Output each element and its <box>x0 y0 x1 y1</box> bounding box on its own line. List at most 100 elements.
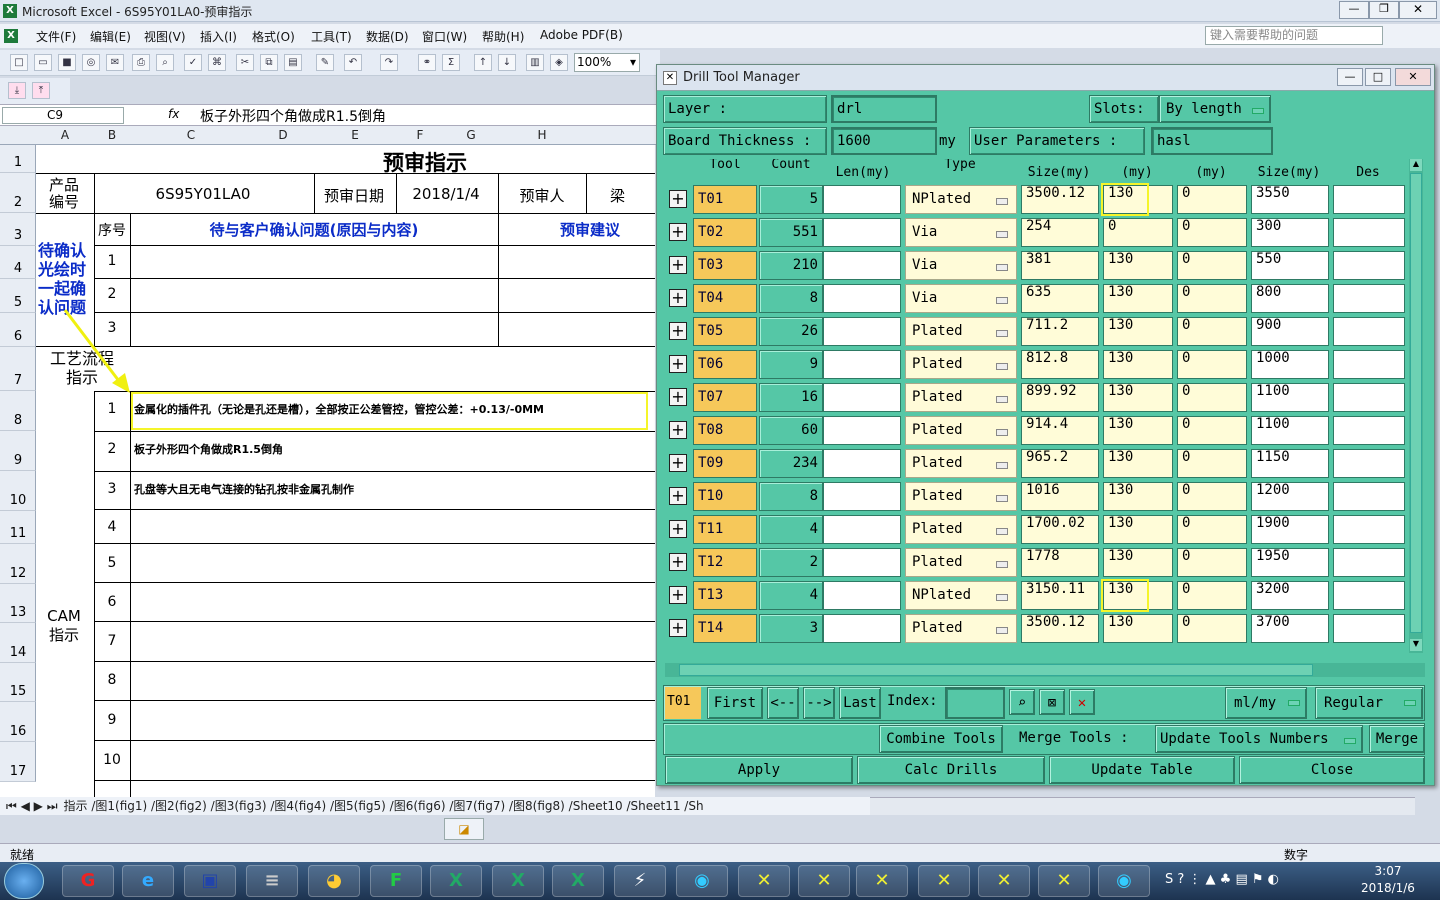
window-task-icon[interactable]: ✕ <box>978 865 1030 897</box>
tol-minus-field[interactable]: 0 <box>1177 614 1247 643</box>
row-header[interactable]: 6 <box>0 313 36 347</box>
spelling-icon[interactable]: ✓ <box>184 54 202 71</box>
drill-size-field[interactable]: 3500.12 <box>1021 185 1099 214</box>
expand-icon[interactable]: + <box>669 421 687 439</box>
tol-plus-field[interactable]: 130 <box>1103 350 1173 379</box>
tool-name[interactable]: T13 <box>693 581 757 610</box>
cut-icon[interactable]: ✂ <box>236 54 254 71</box>
app-f-icon[interactable]: F <box>370 865 422 897</box>
tol-minus-field[interactable]: 0 <box>1177 515 1247 544</box>
excel-task-icon[interactable]: X <box>430 865 482 897</box>
hyperlink-icon[interactable]: ⚭ <box>418 54 436 71</box>
convert-pdf-icon[interactable]: ⤓ <box>8 82 26 99</box>
excel-task-icon[interactable]: X <box>492 865 544 897</box>
des-field[interactable] <box>1333 317 1405 346</box>
slot-len-field[interactable] <box>823 383 901 412</box>
tol-plus-field[interactable]: 130 <box>1103 548 1173 577</box>
cam-app-icon[interactable]: ⚡ <box>614 865 666 897</box>
scroll-up-icon[interactable]: ▲ <box>1410 159 1422 171</box>
drill-size-field[interactable]: 3500.12 <box>1021 614 1099 643</box>
finish-size-field[interactable]: 800 <box>1251 284 1329 313</box>
tol-plus-field[interactable]: 0 <box>1103 218 1173 247</box>
slot-len-field[interactable] <box>823 581 901 610</box>
drawing-toolbar-icon[interactable]: ◪ <box>444 818 484 840</box>
first-button[interactable]: First <box>707 687 763 719</box>
clear-icon[interactable]: ✕ <box>1069 689 1095 715</box>
tol-plus-field[interactable]: 130 <box>1103 449 1173 478</box>
format-painter-icon[interactable]: ✎ <box>316 54 334 71</box>
undo-icon[interactable]: ↶ <box>344 54 362 71</box>
tol-plus-field[interactable]: 130 <box>1103 383 1173 412</box>
type-dropdown[interactable]: NPlated <box>905 185 1017 214</box>
tool-row[interactable]: + T08 60 Plated 914.4 130 0 1100 <box>665 414 1405 447</box>
menu-insert[interactable]: 插入(I) <box>200 28 237 45</box>
finish-size-field[interactable]: 1000 <box>1251 350 1329 379</box>
tool-row[interactable]: + T13 4 NPlated 3150.11 130 0 3200 <box>665 579 1405 612</box>
tool-name[interactable]: T14 <box>693 614 757 643</box>
tol-minus-field[interactable]: 0 <box>1177 416 1247 445</box>
tool-name[interactable]: T05 <box>693 317 757 346</box>
ie-icon[interactable]: e <box>122 865 174 897</box>
tray-icons[interactable]: S ? ⋮ ▲ ♣ ▤ ⚑ ◐ <box>1165 872 1279 887</box>
drill-size-field[interactable]: 1016 <box>1021 482 1099 511</box>
tol-plus-field[interactable]: 130 <box>1103 284 1173 313</box>
row-header[interactable]: 12 <box>0 544 36 584</box>
permission-icon[interactable]: ◎ <box>82 54 100 71</box>
tool-row[interactable]: + T05 26 Plated 711.2 130 0 900 <box>665 315 1405 348</box>
finish-size-field[interactable]: 900 <box>1251 317 1329 346</box>
des-field[interactable] <box>1333 185 1405 214</box>
des-field[interactable] <box>1333 482 1405 511</box>
des-field[interactable] <box>1333 251 1405 280</box>
expand-icon[interactable]: + <box>669 454 687 472</box>
expand-icon[interactable]: + <box>669 289 687 307</box>
tool-name[interactable]: T01 <box>693 185 757 214</box>
board-thickness-field[interactable]: 1600 <box>831 127 937 155</box>
tol-plus-field[interactable]: 130 <box>1103 614 1173 643</box>
tool-name[interactable]: T12 <box>693 548 757 577</box>
tol-plus-field[interactable]: 130 <box>1103 515 1173 544</box>
tool-row[interactable]: + T03 210 Via 381 130 0 550 <box>665 249 1405 282</box>
drawing-icon[interactable]: ◈ <box>550 54 568 71</box>
worksheet[interactable]: 1 2 3 4 5 6 7 8 9 10 11 12 13 14 15 16 1… <box>0 145 655 797</box>
index-field[interactable] <box>945 687 1005 719</box>
hscroll-thumb[interactable] <box>679 664 1313 676</box>
help-search-input[interactable]: 键入需要帮助的问题 <box>1205 26 1383 45</box>
finish-size-field[interactable]: 3550 <box>1251 185 1329 214</box>
apply-button[interactable]: Apply <box>665 756 853 784</box>
expand-icon[interactable]: + <box>669 256 687 274</box>
column-header[interactable]: A <box>36 128 94 142</box>
slot-len-field[interactable] <box>823 548 901 577</box>
tol-plus-field[interactable]: 130 <box>1103 416 1173 445</box>
tool-name[interactable]: T09 <box>693 449 757 478</box>
save-icon[interactable]: ■ <box>58 54 76 71</box>
sort-descending-icon[interactable]: ↓ <box>498 54 516 71</box>
close-button[interactable]: Close <box>1239 756 1425 784</box>
open-icon[interactable]: ▭ <box>34 54 52 71</box>
tol-minus-field[interactable]: 0 <box>1177 284 1247 313</box>
table-vertical-scrollbar[interactable]: ▲ ▼ <box>1409 159 1423 653</box>
print-icon[interactable]: ⎙ <box>132 54 150 71</box>
slot-len-field[interactable] <box>823 614 901 643</box>
excel-task-icon[interactable]: X <box>552 865 604 897</box>
row-header[interactable]: 3 <box>0 213 36 246</box>
last-button[interactable]: Last <box>839 687 881 719</box>
des-field[interactable] <box>1333 416 1405 445</box>
sheet-tabs[interactable]: ⏮ ◀ ▶ ⏭ 指示 /图1(fig1) /图2(fig2) /图3(fig3) … <box>0 797 870 815</box>
column-header[interactable]: G <box>444 128 498 142</box>
type-dropdown[interactable]: Via <box>905 251 1017 280</box>
close-window-button[interactable]: ✕ <box>1399 1 1437 19</box>
finish-size-field[interactable]: 1900 <box>1251 515 1329 544</box>
research-icon[interactable]: ⌘ <box>208 54 226 71</box>
column-header[interactable]: B <box>94 128 130 142</box>
expand-icon[interactable]: + <box>669 355 687 373</box>
layer-field[interactable]: drl <box>831 95 937 123</box>
formula-input[interactable]: 板子外形四个角做成R1.5倒角 <box>200 106 386 126</box>
user-params-field[interactable]: hasl <box>1151 127 1273 155</box>
menu-tools[interactable]: 工具(T) <box>311 28 352 45</box>
expand-icon[interactable]: + <box>669 619 687 637</box>
type-dropdown[interactable]: Plated <box>905 449 1017 478</box>
combine-tools-button[interactable]: Combine Tools <box>879 725 1003 753</box>
type-dropdown[interactable]: Plated <box>905 317 1017 346</box>
dialog-close-button[interactable]: ✕ <box>1395 68 1431 86</box>
fx-icon[interactable]: fx <box>168 107 179 121</box>
